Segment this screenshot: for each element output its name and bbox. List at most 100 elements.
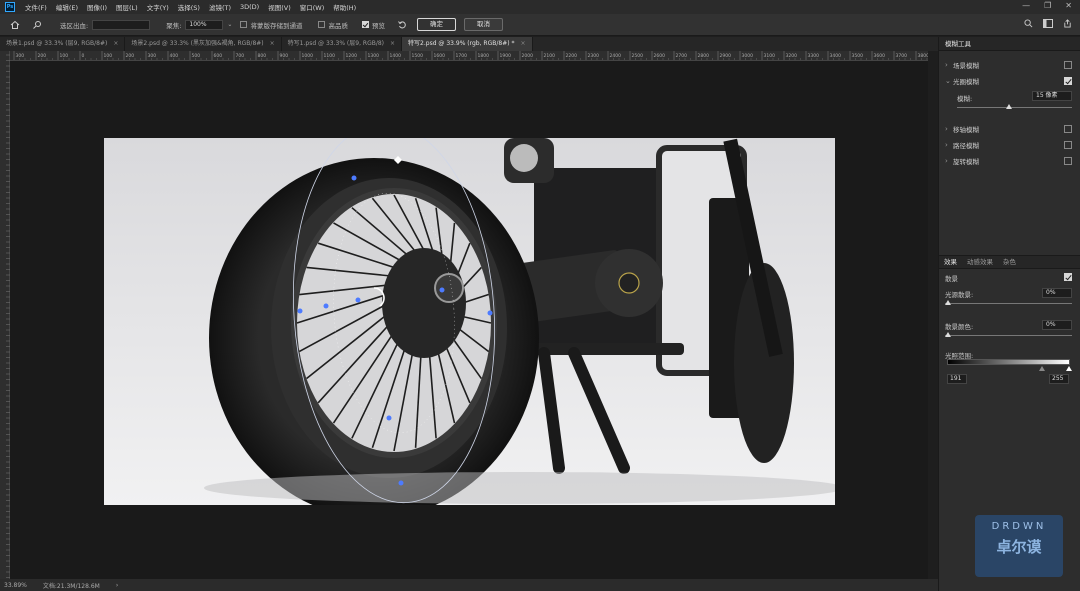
menu-help[interactable]: 帮助(H) bbox=[333, 2, 356, 12]
focus-field[interactable]: 100% bbox=[185, 19, 224, 30]
chevron-right-icon[interactable]: › bbox=[945, 125, 953, 133]
cancel-button[interactable]: 取消 bbox=[463, 18, 503, 31]
light-bokeh-row: 光源散景: 0% bbox=[945, 288, 1072, 299]
iris-blur-checkbox[interactable] bbox=[1064, 77, 1072, 85]
menu-edit[interactable]: 编辑(E) bbox=[56, 2, 78, 12]
ruler-tick-label: 800 bbox=[258, 53, 267, 59]
doc-tab-active[interactable]: 特写2.psd @ 33.9% (rgb, RGB/8#) * × bbox=[402, 37, 533, 51]
light-range-gradient[interactable] bbox=[947, 359, 1070, 365]
photoshop-logo-icon: Ps bbox=[5, 2, 15, 12]
workspace-icon[interactable] bbox=[1043, 19, 1053, 30]
slider-thumb[interactable] bbox=[945, 300, 951, 305]
slider-thumb[interactable] bbox=[1005, 104, 1012, 109]
restore-icon[interactable]: ❐ bbox=[1044, 1, 1051, 10]
blur-amount-field[interactable]: 15 像素 bbox=[1032, 91, 1072, 101]
zoom-readout[interactable]: 33.89% bbox=[4, 582, 27, 589]
menu-window[interactable]: 窗口(W) bbox=[300, 2, 325, 12]
blur-tools-panel: 模糊工具 › 场景模糊 ⌄ 光圈模糊 模糊: 15 像素 › 移轴模糊 › 路径… bbox=[938, 37, 1080, 591]
blur-amount-slider[interactable] bbox=[957, 104, 1072, 109]
chevron-down-icon[interactable]: ⌄ bbox=[945, 77, 953, 85]
undo-icon[interactable] bbox=[395, 18, 409, 32]
tilt-shift-checkbox[interactable] bbox=[1064, 125, 1072, 133]
ruler-tick-label: 100 bbox=[104, 53, 113, 59]
ruler-tick-label: 300 bbox=[16, 53, 25, 59]
bokeh-row: 散景 bbox=[945, 273, 1072, 283]
canvas-area[interactable] bbox=[10, 61, 928, 579]
blur-item-spin[interactable]: › 旋转模糊 bbox=[939, 153, 1080, 169]
minimize-icon[interactable]: — bbox=[1022, 1, 1030, 10]
doc-tab[interactable]: 场景2.psd @ 33.3% (黑灰加强&褐角, RGB/8#) × bbox=[125, 37, 282, 51]
ruler-tick-label: 3000 bbox=[742, 53, 754, 59]
ruler-tick-label: 1500 bbox=[412, 53, 424, 59]
blur-item-tilt-shift[interactable]: › 移轴模糊 bbox=[939, 121, 1080, 137]
field-blur-checkbox[interactable] bbox=[1064, 61, 1072, 69]
tab-noise[interactable]: 杂色 bbox=[998, 256, 1021, 268]
ruler-tick-label: 3600 bbox=[874, 53, 886, 59]
blur-item-field[interactable]: › 场景模糊 bbox=[939, 57, 1080, 73]
menu-3d[interactable]: 3D(D) bbox=[240, 3, 259, 11]
share-icon[interactable] bbox=[1063, 19, 1072, 30]
menu-file[interactable]: 文件(F) bbox=[25, 2, 47, 12]
bokeh-color-field[interactable]: 0% bbox=[1042, 320, 1072, 330]
bokeh-color-slider[interactable] bbox=[945, 332, 1072, 337]
menu-type[interactable]: 文字(Y) bbox=[147, 2, 169, 12]
window-controls: — ❐ ✕ bbox=[1022, 1, 1072, 10]
spin-blur-checkbox[interactable] bbox=[1064, 157, 1072, 165]
chevron-right-icon[interactable]: › bbox=[945, 157, 953, 165]
menu-view[interactable]: 视图(V) bbox=[268, 2, 291, 12]
slider-thumb[interactable] bbox=[945, 332, 951, 337]
ruler-tick-label: 3500 bbox=[852, 53, 864, 59]
ruler-tick-label: 2500 bbox=[632, 53, 644, 59]
close-icon[interactable]: × bbox=[390, 40, 395, 47]
ruler-tick-label: 2600 bbox=[654, 53, 666, 59]
range-min-thumb[interactable] bbox=[1039, 366, 1045, 371]
range-max-thumb[interactable] bbox=[1066, 366, 1072, 371]
doc-tab[interactable]: 特写1.psd @ 33.3% (层9, RGB/8) × bbox=[282, 37, 403, 51]
search-icon[interactable] bbox=[1024, 19, 1033, 30]
menu-filter[interactable]: 滤镜(T) bbox=[209, 2, 231, 12]
ruler-tick-label: 2800 bbox=[698, 53, 710, 59]
range-max-field[interactable]: 255 bbox=[1049, 374, 1069, 384]
preview-label: 预览 bbox=[371, 21, 385, 30]
panel-title: 模糊工具 bbox=[939, 37, 1080, 51]
chevron-right-icon[interactable]: › bbox=[116, 582, 118, 589]
ok-button[interactable]: 确定 bbox=[416, 18, 456, 31]
doc-tab[interactable]: 场景1.psd @ 33.3% (层9, RGB/8#) × bbox=[0, 37, 126, 51]
document-image[interactable] bbox=[104, 138, 835, 505]
tab-effects[interactable]: 效果 bbox=[939, 256, 962, 268]
document-info[interactable]: 文档:21.3M/128.6M bbox=[43, 581, 100, 590]
close-icon[interactable]: × bbox=[113, 40, 118, 47]
options-right-icons bbox=[1024, 19, 1072, 30]
menu-layer[interactable]: 图层(L) bbox=[116, 2, 138, 12]
path-blur-checkbox[interactable] bbox=[1064, 141, 1072, 149]
close-icon[interactable]: × bbox=[270, 40, 275, 47]
home-icon[interactable] bbox=[8, 18, 22, 32]
chevron-right-icon[interactable]: › bbox=[945, 141, 953, 149]
light-bokeh-field[interactable]: 0% bbox=[1042, 288, 1072, 298]
ruler-tick-label: 400 bbox=[170, 53, 179, 59]
save-mask-checkbox[interactable] bbox=[240, 21, 248, 28]
blur-item-path[interactable]: › 路径模糊 bbox=[939, 137, 1080, 153]
drdwn-watermark-logo: DRDWN 卓尔谟 bbox=[975, 515, 1063, 577]
blur-tool-icon[interactable] bbox=[30, 18, 44, 32]
light-bokeh-slider[interactable] bbox=[945, 300, 1072, 305]
high-quality-checkbox[interactable] bbox=[318, 21, 326, 28]
effects-tabs: 效果 动感效果 杂色 bbox=[939, 255, 1080, 269]
range-min-field[interactable]: 191 bbox=[947, 374, 967, 384]
close-icon[interactable]: ✕ bbox=[1065, 1, 1072, 10]
blur-item-iris[interactable]: ⌄ 光圈模糊 bbox=[939, 73, 1080, 89]
bokeh-label: 散景 bbox=[945, 275, 958, 283]
ruler-tick-label: 1000 bbox=[302, 53, 314, 59]
selection-output-label: 选区出血: bbox=[60, 21, 89, 30]
selection-output-field[interactable] bbox=[92, 19, 151, 30]
menu-image[interactable]: 图像(I) bbox=[87, 2, 107, 12]
close-icon[interactable]: × bbox=[520, 40, 525, 47]
chevron-down-icon[interactable]: ⌄ bbox=[227, 21, 232, 28]
tab-motion-effects[interactable]: 动感效果 bbox=[962, 256, 998, 268]
high-quality-label: 高品质 bbox=[328, 21, 348, 30]
chevron-right-icon[interactable]: › bbox=[945, 61, 953, 69]
bokeh-checkbox[interactable] bbox=[1064, 273, 1072, 281]
preview-checkbox[interactable] bbox=[361, 21, 369, 28]
ruler-tick-label: 1300 bbox=[368, 53, 380, 59]
menu-select[interactable]: 选择(S) bbox=[178, 2, 200, 12]
